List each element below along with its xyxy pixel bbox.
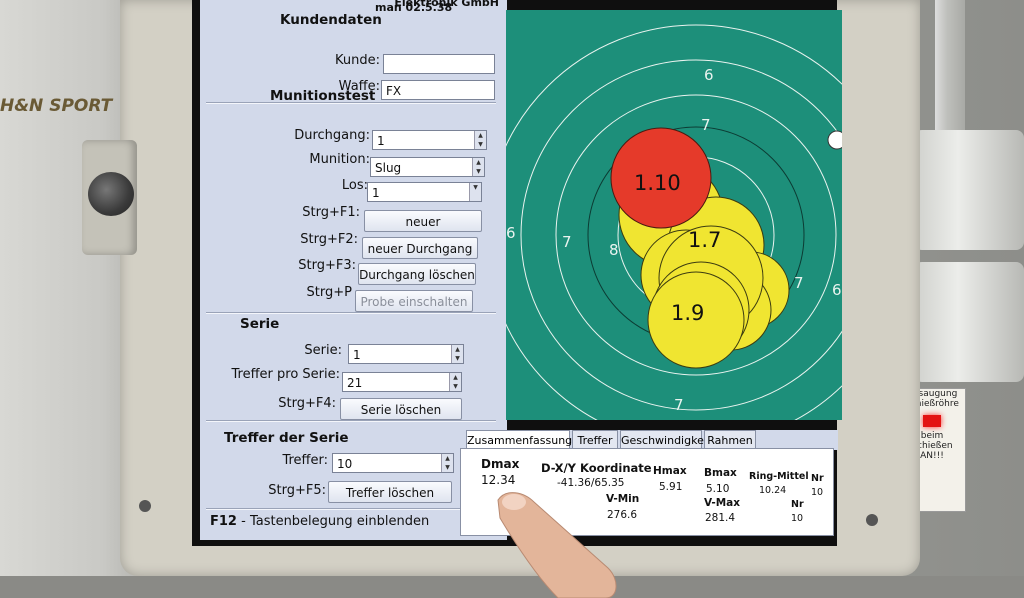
shortcut-key-label: Strg+F3:: [298, 258, 356, 273]
suction-cylinder: [914, 130, 1024, 250]
durchgang-label: Durchgang:: [294, 128, 370, 143]
ring-label: 8: [609, 241, 619, 259]
neuer-munitionstest-button[interactable]: neuer Munitionstest: [364, 210, 482, 251]
munitionstest-heading: Munitionstest: [270, 88, 376, 104]
warning-lamp-icon: [923, 415, 941, 427]
pointing-finger: [497, 492, 617, 598]
ring-label: 7: [794, 274, 804, 292]
kunde-input[interactable]: [383, 54, 495, 74]
treffer-der-serie-heading: Treffer der Serie: [224, 430, 349, 446]
spin-arrows-icon[interactable]: ▲ ▼: [474, 131, 486, 149]
bmax-value: 5.10: [706, 483, 730, 495]
shortcut-hint: F12 - Tastenbelegung einblenden: [210, 514, 430, 529]
los-label: Los:: [341, 178, 368, 193]
tab-geschwindigkeit[interactable]: Geschwindigkeit: [620, 430, 711, 449]
bolt-icon: [88, 172, 134, 216]
ring-mittel-label: Ring-Mittel: [749, 471, 809, 482]
vmax-label: V-Max: [704, 497, 741, 509]
spin-arrows-icon[interactable]: ▲ ▼: [441, 454, 453, 472]
shortcut-key-label: Strg+P: [306, 285, 352, 300]
hit-label: 1.10: [634, 171, 681, 195]
serie-spinbox[interactable]: 1 ▲ ▼: [348, 344, 464, 364]
durchgang-spinbox[interactable]: 1 ▲ ▼: [372, 130, 487, 150]
waffe-input[interactable]: FX: [381, 80, 495, 100]
divider: [206, 420, 496, 422]
pin-icon[interactable]: [827, 130, 842, 150]
munition-select[interactable]: Slug ▲ ▼: [370, 157, 485, 177]
nr-value: 10: [811, 487, 824, 498]
divider: [206, 508, 496, 510]
app-header: Elektronik GmbH: [200, 0, 507, 9]
ring-label: 6: [832, 281, 842, 299]
serie-loeschen-button[interactable]: Serie löschen: [340, 398, 462, 420]
dropdown-arrow-icon[interactable]: ▼: [469, 183, 481, 201]
screw-icon: [139, 500, 151, 512]
kunde-label: Kunde:: [335, 53, 380, 68]
serie-heading: Serie: [240, 316, 280, 332]
shortcut-key-label: Strg+F1:: [302, 205, 360, 220]
ring-mittel-value: 10.24: [759, 485, 787, 496]
nr-label: Nr: [811, 473, 824, 484]
app-version: man 02.5.38: [375, 1, 453, 14]
nr2-label: Nr: [791, 499, 804, 510]
hmax-label: Hmax: [653, 465, 687, 477]
dmax-label: Dmax: [481, 457, 520, 471]
munition-label: Munition:: [309, 152, 370, 167]
ring-label: 6: [506, 224, 516, 242]
hit-label: 1.9: [671, 301, 704, 325]
durchgang-loeschen-button[interactable]: Durchgang löschen: [358, 263, 476, 285]
treffer-pro-serie-spinbox[interactable]: 21 ▲ ▼: [342, 372, 462, 392]
shortcut-key-label: Strg+F5:: [268, 483, 326, 498]
hmax-value: 5.91: [659, 481, 683, 493]
ring-label: 7: [674, 396, 684, 414]
shortcut-key-label: Strg+F4:: [278, 396, 336, 411]
pipe: [935, 0, 965, 150]
dropdown-arrow-icon[interactable]: ▲ ▼: [472, 158, 484, 176]
vmax-value: 281.4: [705, 512, 736, 524]
ring-label: 6: [704, 66, 714, 84]
suction-cylinder: [914, 262, 1024, 382]
tab-treffer[interactable]: Treffer: [572, 430, 618, 449]
hit-label: 1.7: [688, 228, 721, 252]
treffer-pro-serie-label: Treffer pro Serie:: [231, 367, 340, 382]
dmax-value: 12.34: [481, 473, 516, 487]
tab-bar: Zusammenfassung Treffer Geschwindigkeit …: [466, 430, 838, 450]
neuer-durchgang-button[interactable]: neuer Durchgang: [362, 237, 478, 259]
ring-label: 7: [701, 116, 711, 134]
treffer-label: Treffer:: [282, 453, 328, 468]
probe-einschalten-button[interactable]: Probe einschalten: [355, 290, 473, 312]
target-display: 6 7 6 7 8 7 6 7 1.10 1.7 1.9: [506, 10, 842, 420]
treffer-loeschen-button[interactable]: Treffer löschen: [328, 481, 452, 503]
kundendaten-heading: Kundendaten: [280, 12, 382, 28]
los-select[interactable]: 1 ▼: [367, 182, 482, 202]
tab-zusammenfassung[interactable]: Zusammenfassung: [466, 430, 572, 450]
serie-label: Serie:: [304, 343, 342, 358]
ring-label: 7: [562, 233, 572, 251]
divider: [206, 312, 496, 314]
treffer-spinbox[interactable]: 10 ▲ ▼: [332, 453, 454, 473]
spin-arrows-icon[interactable]: ▲ ▼: [449, 373, 461, 391]
spin-arrows-icon[interactable]: ▲ ▼: [451, 345, 463, 363]
bmax-label: Bmax: [704, 467, 737, 479]
tab-rahmen[interactable]: Rahmen: [704, 430, 756, 449]
dxy-label: D-X/Y Koordinate: [541, 461, 652, 475]
shortcut-key-label: Strg+F2:: [300, 232, 358, 247]
brand-logo: H&N SPORT: [0, 96, 113, 116]
nr2-value: 10: [791, 513, 804, 524]
screw-icon: [866, 514, 878, 526]
